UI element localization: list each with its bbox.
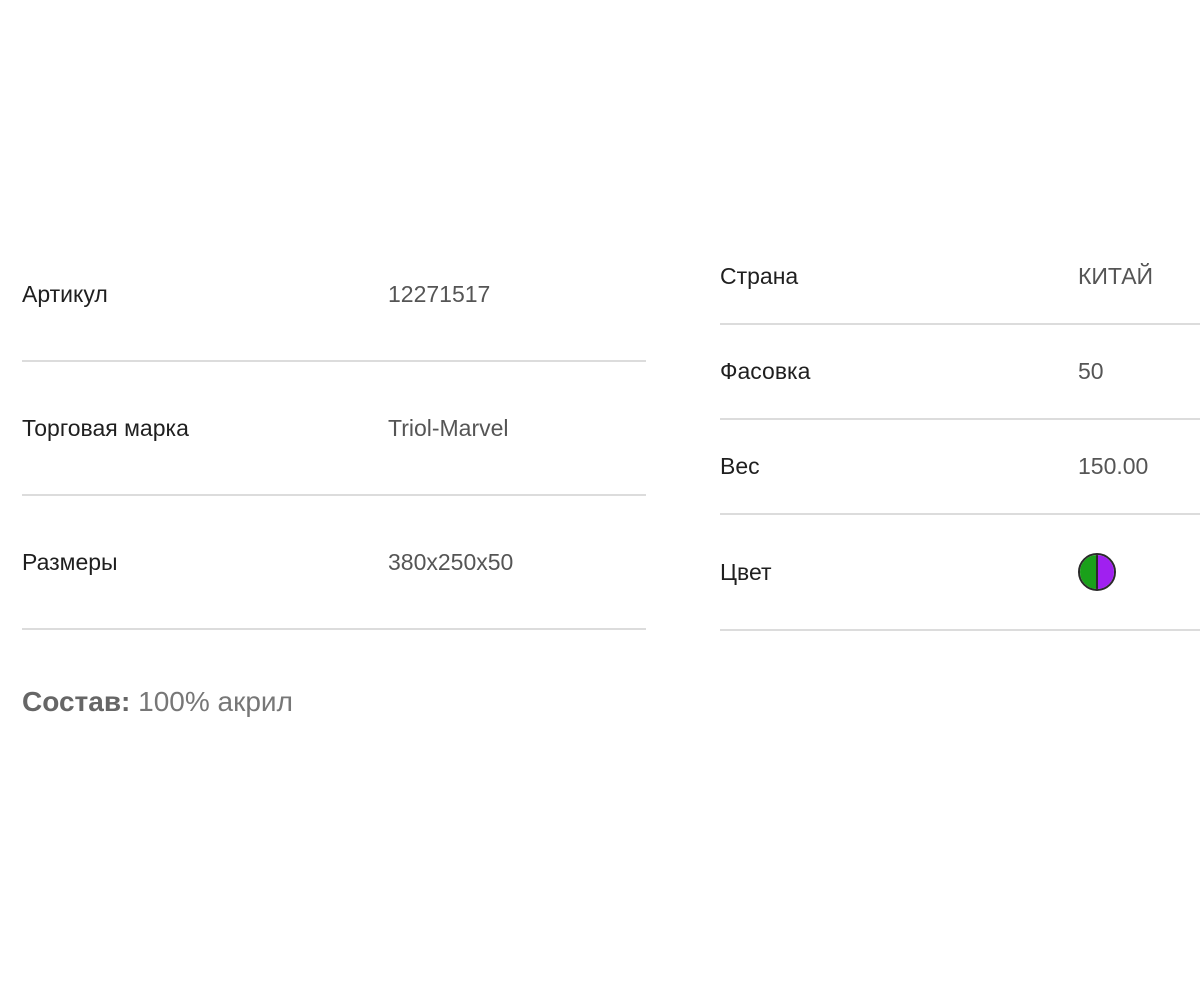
- spec-label: Торговая марка: [22, 414, 189, 441]
- spec-label: Фасовка: [720, 358, 811, 384]
- spec-row-weight: Вес 150.00: [720, 420, 1200, 515]
- spec-row-brand: Торговая марка Triol-Marvel: [22, 362, 646, 496]
- spec-row-packaging: Фасовка 50: [720, 325, 1200, 420]
- spec-label: Артикул: [22, 280, 108, 307]
- spec-row-dimensions: Размеры 380x250x50: [22, 496, 646, 630]
- composition-label: Состав:: [22, 686, 131, 717]
- spec-value: Triol-Marvel: [388, 414, 509, 441]
- spec-value: 380x250x50: [388, 548, 514, 575]
- composition-line: Состав: 100% акрил: [22, 686, 293, 718]
- spec-row-article: Артикул 12271517: [22, 228, 646, 362]
- spec-row-country: Страна КИТАЙ: [720, 230, 1200, 325]
- specs-left-table: Артикул 12271517 Торговая марка Triol-Ma…: [22, 228, 646, 630]
- swatch-half-left: [1080, 555, 1097, 589]
- spec-value: 12271517: [388, 280, 491, 307]
- specs-right-table: Страна КИТАЙ Фасовка 50 Вес 150.00 Цвет: [720, 230, 1200, 631]
- spec-label: Вес: [720, 453, 760, 479]
- spec-label: Размеры: [22, 548, 118, 575]
- spec-value: 150.00: [1078, 453, 1149, 479]
- spec-row-color: Цвет: [720, 515, 1200, 631]
- color-swatch-icon: [1078, 553, 1116, 591]
- spec-value: КИТАЙ: [1078, 263, 1154, 289]
- spec-label: Цвет: [720, 558, 772, 585]
- swatch-half-right: [1097, 555, 1114, 589]
- spec-label: Страна: [720, 263, 799, 289]
- composition-value: 100% акрил: [138, 686, 293, 717]
- spec-value: 50: [1078, 358, 1104, 384]
